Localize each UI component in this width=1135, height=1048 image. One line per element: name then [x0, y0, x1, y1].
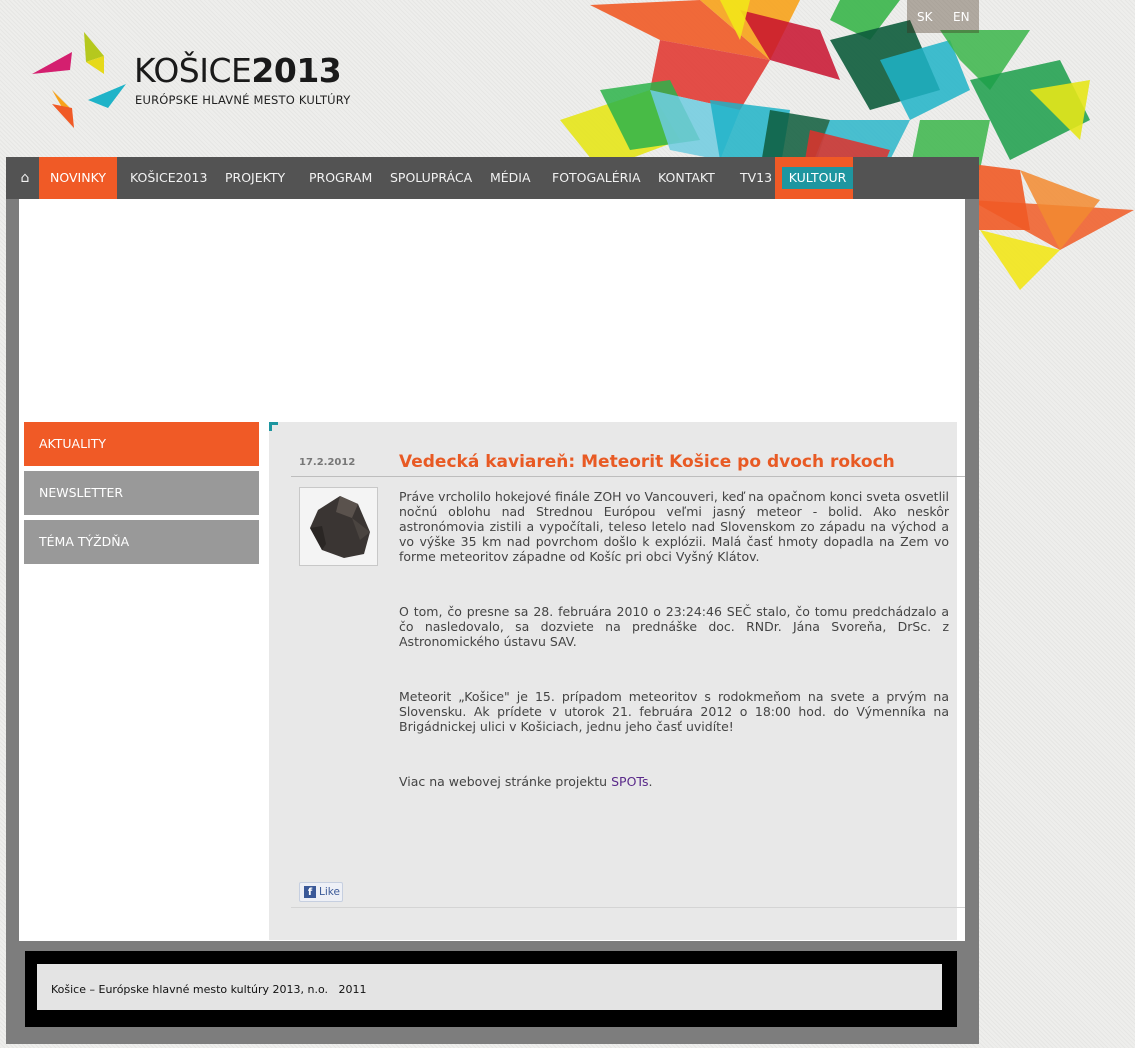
nav-item-kontakt[interactable]: KONTAKT: [658, 157, 715, 199]
language-switcher: SK EN: [907, 0, 979, 33]
nav-item-kosice2013[interactable]: KOŠICE2013: [130, 157, 207, 199]
article-paragraph-4: Viac na webovej stránke projektu SPOTs.: [399, 774, 653, 789]
nav-item-fotogaleria[interactable]: FOTOGALÉRIA: [552, 157, 641, 199]
article-title[interactable]: Vedecká kaviareň: Meteorit Košice po dvo…: [399, 452, 895, 472]
logo-title: KOŠICE2013: [134, 51, 342, 90]
nav-item-novinky[interactable]: NOVINKY: [39, 157, 117, 199]
nav-item-program[interactable]: PROGRAM: [309, 157, 372, 199]
facebook-like-button[interactable]: f Like: [299, 882, 343, 902]
title-divider: [291, 476, 965, 477]
logo-mark-icon: [32, 32, 126, 128]
article-date: 17.2.2012: [299, 457, 356, 468]
logo-subtitle: EURÓPSKE HLAVNÉ MESTO KULTÚRY: [135, 93, 351, 107]
nav-item-tv13[interactable]: TV13: [740, 157, 772, 199]
corner-marker: [269, 422, 278, 431]
nav-item-projekty[interactable]: PROJEKTY: [225, 157, 285, 199]
facebook-icon: f: [304, 886, 316, 898]
like-label: Like: [319, 886, 340, 898]
article-paragraph-2: O tom, čo presne sa 28. februára 2010 o …: [399, 604, 949, 649]
site-logo[interactable]: KOŠICE2013 EURÓPSKE HLAVNÉ MESTO KULTÚRY: [28, 30, 358, 130]
lang-en-link[interactable]: EN: [953, 10, 970, 24]
nav-item-media[interactable]: MÉDIA: [490, 157, 531, 199]
article-bottom-divider: [291, 907, 965, 908]
lang-sk-link[interactable]: SK: [917, 10, 933, 24]
article-thumbnail[interactable]: [299, 487, 378, 566]
nav-item-kultour[interactable]: KULTOUR: [782, 167, 853, 189]
spots-link[interactable]: SPOTs: [611, 774, 648, 789]
article-paragraph-1: Práve vrcholilo hokejové finále ZOH vo V…: [399, 489, 949, 564]
nav-item-spolupraca[interactable]: SPOLUPRÁCA: [390, 157, 472, 199]
sidebar-item-aktuality[interactable]: AKTUALITY: [24, 422, 259, 466]
sidebar-item-tema-tyzdna[interactable]: TÉMA TÝŽDŇA: [24, 520, 259, 564]
footer-copyright: Košice – Európske hlavné mesto kultúry 2…: [51, 983, 367, 996]
article-paragraph-3: Meteorit „Košice" je 15. prípadom meteor…: [399, 689, 949, 734]
home-icon[interactable]: ⌂: [12, 157, 38, 199]
main-nav: ⌂ NOVINKY KOŠICE2013 PROJEKTY PROGRAM SP…: [6, 157, 979, 199]
meteorite-image-icon: [300, 488, 377, 565]
sidebar-item-newsletter[interactable]: NEWSLETTER: [24, 471, 259, 515]
